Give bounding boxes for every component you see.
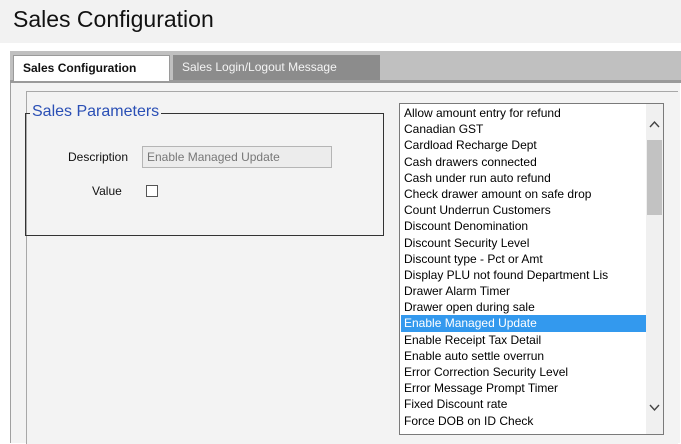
sales-parameters-legend: Sales Parameters bbox=[30, 103, 162, 121]
value-label: Value bbox=[92, 184, 122, 198]
list-item[interactable]: Discount Security Level bbox=[401, 235, 647, 251]
list-item[interactable]: Count Underrun Customers bbox=[401, 202, 647, 218]
description-field[interactable] bbox=[142, 146, 332, 168]
list-item[interactable]: Error Correction Security Level bbox=[401, 364, 647, 380]
chevron-up-icon[interactable] bbox=[646, 116, 663, 133]
scrollbar-thumb[interactable] bbox=[647, 140, 662, 215]
list-item[interactable]: Error Message Prompt Timer bbox=[401, 380, 647, 396]
list-item[interactable]: Enable Managed Update bbox=[401, 315, 647, 332]
tab-sales-login-logout-message[interactable]: Sales Login/Logout Message bbox=[173, 55, 380, 80]
list-item[interactable]: Discount Denomination bbox=[401, 218, 647, 234]
tab-sales-configuration[interactable]: Sales Configuration bbox=[13, 55, 170, 81]
list-item[interactable]: Discount type - Pct or Amt bbox=[401, 251, 647, 267]
list-item[interactable]: Display PLU not found Department Lis bbox=[401, 267, 647, 283]
parameter-listbox[interactable]: Allow amount entry for refund Canadian GS… bbox=[399, 103, 664, 435]
list-item[interactable]: Check drawer amount on safe drop bbox=[401, 186, 647, 202]
list-item[interactable]: Drawer open during sale bbox=[401, 299, 647, 315]
list-item[interactable]: Cash under run auto refund bbox=[401, 170, 647, 186]
list-item[interactable]: Cardload Recharge Dept bbox=[401, 137, 647, 153]
list-item[interactable]: Enable Receipt Tax Detail bbox=[401, 332, 647, 348]
list-item[interactable]: Cash drawers connected bbox=[401, 154, 647, 170]
list-item[interactable]: Fixed Discount rate bbox=[401, 396, 647, 412]
description-label: Description bbox=[68, 150, 129, 164]
chevron-down-icon[interactable] bbox=[646, 400, 663, 417]
listbox-scrollbar[interactable] bbox=[646, 104, 663, 434]
sales-parameters-group bbox=[25, 113, 384, 236]
tab-strip: Sales Configuration Sales Login/Logout M… bbox=[10, 51, 681, 83]
value-checkbox[interactable] bbox=[146, 185, 158, 197]
page-title: Sales Configuration bbox=[13, 6, 214, 32]
list-item[interactable]: Canadian GST bbox=[401, 121, 647, 137]
parameter-list: Allow amount entry for refund Canadian GS… bbox=[401, 105, 647, 429]
list-item[interactable]: Drawer Alarm Timer bbox=[401, 283, 647, 299]
list-item[interactable]: Force DOB on ID Check bbox=[401, 413, 647, 429]
list-item[interactable]: Enable auto settle overrun bbox=[401, 348, 647, 364]
list-item[interactable]: Allow amount entry for refund bbox=[401, 105, 647, 121]
